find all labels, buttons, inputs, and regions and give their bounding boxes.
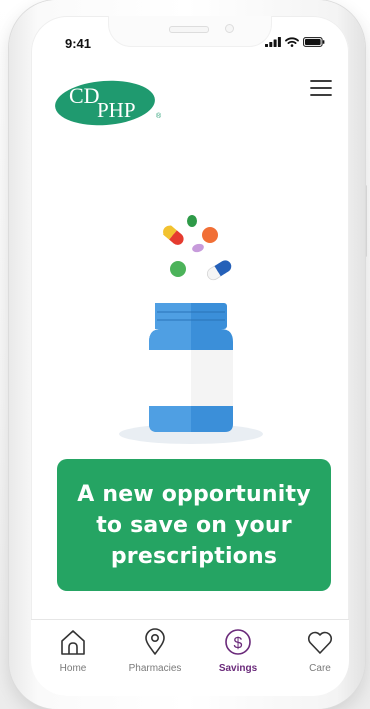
tab-care[interactable]: Care [289, 620, 349, 680]
app-screen: 9:41 CD PHP ® A new opportunity to save … [31, 16, 349, 696]
hamburger-menu-icon[interactable] [309, 76, 333, 100]
promo-banner[interactable]: A new opportunity to save on your prescr… [57, 459, 331, 591]
cdphp-logo[interactable]: CD PHP ® [53, 78, 165, 132]
orange-tablet [202, 227, 218, 243]
battery-icon [303, 37, 325, 47]
heart-icon [307, 631, 333, 654]
purple-tablet [192, 243, 204, 253]
notch [109, 16, 271, 46]
tab-savings-label: Savings [218, 663, 258, 674]
bottle-cap [155, 303, 227, 329]
red-yellow-capsule [163, 225, 184, 245]
speaker-grille [169, 26, 209, 33]
device-mockup: 9:41 CD PHP ® A new opportunity to save … [0, 0, 370, 709]
pills [163, 215, 232, 281]
tab-home-label: Home [59, 663, 87, 674]
svg-text:$: $ [234, 635, 243, 652]
registered-mark: ® [156, 112, 162, 120]
green-tablet-small [187, 215, 197, 227]
green-tablet-large [170, 261, 186, 277]
dollar-circle-icon: $ [225, 629, 251, 655]
logo-text-php: PHP [97, 98, 136, 122]
tab-home[interactable]: Home [42, 620, 104, 680]
signal-icon [265, 37, 281, 47]
logo-text-cd: CD [69, 83, 100, 108]
home-icon [61, 630, 85, 655]
bottom-tab-bar: Home Pharmacies $ Savings Care [31, 619, 349, 696]
tab-savings[interactable]: $ Savings [207, 620, 269, 680]
wifi-icon [285, 37, 299, 47]
status-icons [265, 37, 325, 47]
location-pin-icon [145, 628, 165, 655]
blue-white-capsule [206, 260, 232, 281]
tab-pharmacies-label: Pharmacies [128, 663, 182, 674]
tab-care-label: Care [309, 663, 331, 674]
status-time: 9:41 [65, 36, 92, 51]
front-camera [225, 24, 234, 33]
bottle-body [149, 329, 233, 432]
tab-pharmacies[interactable]: Pharmacies [124, 620, 186, 680]
pill-bottle-with-pills-illustration [111, 212, 271, 456]
promo-text: A new opportunity to save on your prescr… [77, 481, 311, 569]
